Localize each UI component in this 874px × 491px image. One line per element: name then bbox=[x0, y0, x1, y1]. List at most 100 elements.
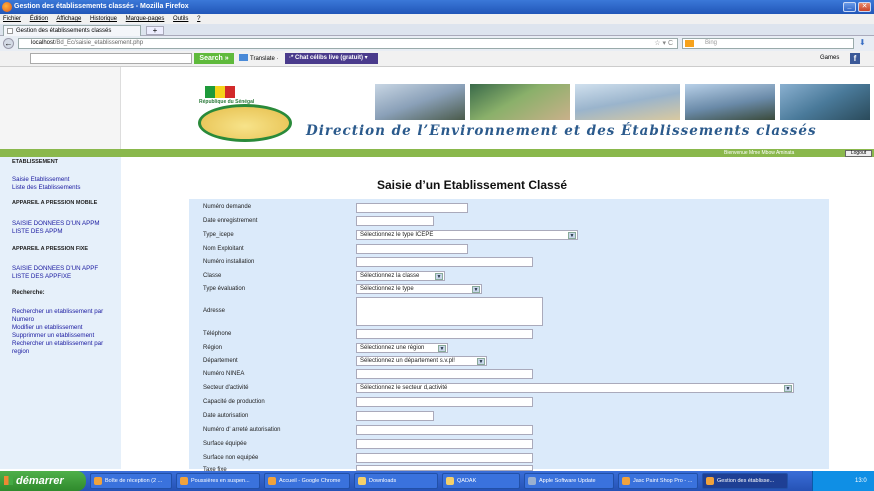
numero-ninea-input[interactable] bbox=[356, 369, 533, 379]
label-secteur-activite: Secteur d'activité bbox=[203, 385, 249, 391]
label-telephone: Téléphone bbox=[203, 331, 232, 337]
numero-demande-input[interactable] bbox=[356, 203, 468, 213]
facebook-icon[interactable]: f bbox=[850, 53, 860, 64]
tab-bar: Gestion des établissements classés + bbox=[0, 24, 874, 36]
senegal-flag-icon bbox=[205, 86, 235, 98]
chevron-down-icon: ▼ bbox=[477, 358, 485, 365]
page-title: Saisie d’un Etablissement Classé bbox=[377, 178, 568, 192]
sidebar-link-saisie-appm[interactable]: SAISIE DONNEES D'UN APPM bbox=[12, 220, 99, 227]
menu-affichage[interactable]: Affichage bbox=[56, 16, 81, 22]
download-icon[interactable]: ⬇ bbox=[859, 38, 866, 47]
chevron-down-icon: ▼ bbox=[472, 286, 480, 293]
label-type-icepe: Type_icepe bbox=[203, 232, 234, 238]
menu-historique[interactable]: Historique bbox=[90, 16, 117, 22]
banner-photo bbox=[470, 84, 570, 120]
windows-taskbar: démarrer Boîte de réception (2 ... Pouss… bbox=[0, 471, 874, 491]
sidebar-link-rechercher-numero[interactable]: Rechercher un etablissement par bbox=[12, 308, 103, 315]
sidebar-link-rechercher-region[interactable]: Rechercher un etablissement par bbox=[12, 340, 103, 347]
chevron-down-icon: ▼ bbox=[784, 385, 792, 392]
firefox-icon bbox=[706, 477, 714, 485]
tab-gestion[interactable]: Gestion des établissements classés bbox=[3, 25, 141, 36]
start-label: démarrer bbox=[16, 475, 64, 487]
telephone-input[interactable] bbox=[356, 329, 533, 339]
chat-button[interactable]: ·* Chat célibs live (gratuit) ▾ bbox=[285, 53, 378, 64]
clock[interactable]: 13:0 bbox=[855, 478, 867, 484]
numero-arrete-autorisation-input[interactable] bbox=[356, 425, 533, 435]
taskbar-item-label: Gestion des établisse... bbox=[717, 478, 775, 484]
toolbar-search-button[interactable]: Search » bbox=[194, 53, 234, 64]
url-bar[interactable]: localhost/Bd_Ec/saisie_etablissement.php… bbox=[18, 38, 678, 49]
app-icon bbox=[268, 477, 276, 485]
sidebar-link-liste-etablissements[interactable]: Liste des Etablissements bbox=[12, 184, 80, 191]
folder-icon bbox=[446, 477, 454, 485]
toolbar-search-input[interactable] bbox=[30, 53, 192, 64]
games-button[interactable]: Games bbox=[820, 54, 839, 63]
date-autorisation-input[interactable] bbox=[356, 411, 434, 421]
surface-non-equipee-input[interactable] bbox=[356, 453, 533, 463]
sidebar-link-liste-appm[interactable]: LISTE DES APPM bbox=[12, 228, 63, 235]
taskbar-item[interactable]: QADAK bbox=[442, 473, 520, 489]
translate-label: Translate · bbox=[250, 56, 279, 62]
taskbar-item[interactable]: Accueil - Google Chrome bbox=[264, 473, 350, 489]
menu-outils[interactable]: Outils bbox=[173, 16, 188, 22]
sidebar-link-modifier[interactable]: Modifier un etablissement bbox=[12, 324, 83, 331]
sidebar-heading-appm: APPAREIL A PRESSION MOBILE bbox=[12, 200, 98, 206]
folder-icon bbox=[358, 477, 366, 485]
surface-equipee-input[interactable] bbox=[356, 439, 533, 449]
menu-fichier[interactable]: Fichier bbox=[3, 16, 21, 22]
close-window-button[interactable]: ✕ bbox=[858, 2, 871, 12]
system-tray: 13:0 bbox=[812, 471, 874, 491]
type-icepe-select[interactable]: Sélectionnez le type ICEPE ▼ bbox=[356, 230, 578, 240]
nom-exploitant-input[interactable] bbox=[356, 244, 468, 254]
sidebar-link-region[interactable]: region bbox=[12, 348, 29, 355]
navigation-bar: ← localhost/Bd_Ec/saisie_etablissement.p… bbox=[0, 36, 874, 51]
secteur-activite-select[interactable]: Sélectionnez le secteur d,activité ▼ bbox=[356, 383, 794, 393]
menu-bar: Fichier Édition Affichage Historique Mar… bbox=[0, 14, 874, 24]
departement-select[interactable]: Sélectionnez un département s.v.pl! ▼ bbox=[356, 356, 487, 366]
taskbar-item-label: Boîte de réception (2 ... bbox=[105, 478, 163, 484]
start-button[interactable]: démarrer bbox=[0, 471, 86, 491]
taskbar-item[interactable]: Jasc Paint Shop Pro - ... bbox=[618, 473, 698, 489]
logout-button[interactable]: Logout bbox=[845, 150, 872, 157]
taskbar-item[interactable]: Poussières en suspen... bbox=[176, 473, 260, 489]
type-evaluation-select[interactable]: Sélectionnez le type ▼ bbox=[356, 284, 482, 294]
date-enregistrement-input[interactable] bbox=[356, 216, 434, 226]
sidebar-link-liste-appfixe[interactable]: LISTE DES APPFIXE bbox=[12, 273, 71, 280]
page-icon bbox=[7, 28, 13, 34]
sidebar-link-saisie-etablissement[interactable]: Saisie Etablissement bbox=[12, 176, 69, 183]
banner-photo bbox=[685, 84, 775, 120]
numero-installation-input[interactable] bbox=[356, 257, 533, 267]
search-engine-box[interactable]: Bing bbox=[682, 38, 854, 49]
menu-edition[interactable]: Édition bbox=[30, 16, 48, 22]
capacite-production-input[interactable] bbox=[356, 397, 533, 407]
menu-marque-pages[interactable]: Marque-pages bbox=[126, 16, 165, 22]
bookmark-reload-icons[interactable]: ☆ ▾ C bbox=[654, 39, 673, 48]
sidebar-link-supprimer[interactable]: Supprimmer un etablissement bbox=[12, 332, 94, 339]
taskbar-item-label: Jasc Paint Shop Pro - ... bbox=[633, 478, 693, 484]
label-numero-ninea: Numéro NINEA bbox=[203, 371, 245, 377]
search-engine-name: Bing bbox=[705, 40, 718, 46]
sidebar-link-numero[interactable]: Numero bbox=[12, 316, 34, 323]
bing-icon bbox=[685, 40, 694, 47]
classe-select[interactable]: Sélectionnez la classe ▼ bbox=[356, 271, 445, 281]
label-date-enregistrement: Date enregistrement bbox=[203, 218, 258, 224]
menu-help[interactable]: ? bbox=[197, 16, 200, 22]
taskbar-item-label: Accueil - Google Chrome bbox=[279, 478, 341, 484]
taskbar-item[interactable]: Downloads bbox=[354, 473, 438, 489]
label-type-evaluation: Type évaluation bbox=[203, 286, 246, 292]
flag-stripe bbox=[225, 86, 235, 98]
app-icon bbox=[180, 477, 188, 485]
translate-button[interactable]: Translate · bbox=[239, 54, 278, 64]
back-button[interactable]: ← bbox=[3, 38, 14, 49]
new-tab-button[interactable]: + bbox=[146, 26, 164, 35]
region-select[interactable]: Sélectionnez une région ▼ bbox=[356, 343, 448, 353]
sidebar-link-saisie-appf[interactable]: SAISIE DONNEES D'UN APPF bbox=[12, 265, 98, 272]
taskbar-item-active[interactable]: Gestion des établisse... bbox=[702, 473, 788, 489]
adresse-textarea[interactable] bbox=[356, 297, 543, 326]
taskbar-item[interactable]: Apple Software Update bbox=[524, 473, 614, 489]
taskbar-item[interactable]: Boîte de réception (2 ... bbox=[90, 473, 172, 489]
taskbar-item-label: Poussières en suspen... bbox=[191, 478, 250, 484]
addon-toolbar: Search » Translate · ·* Chat célibs live… bbox=[0, 51, 874, 67]
minimize-button[interactable]: _ bbox=[843, 2, 856, 12]
banner-photo bbox=[375, 84, 465, 120]
